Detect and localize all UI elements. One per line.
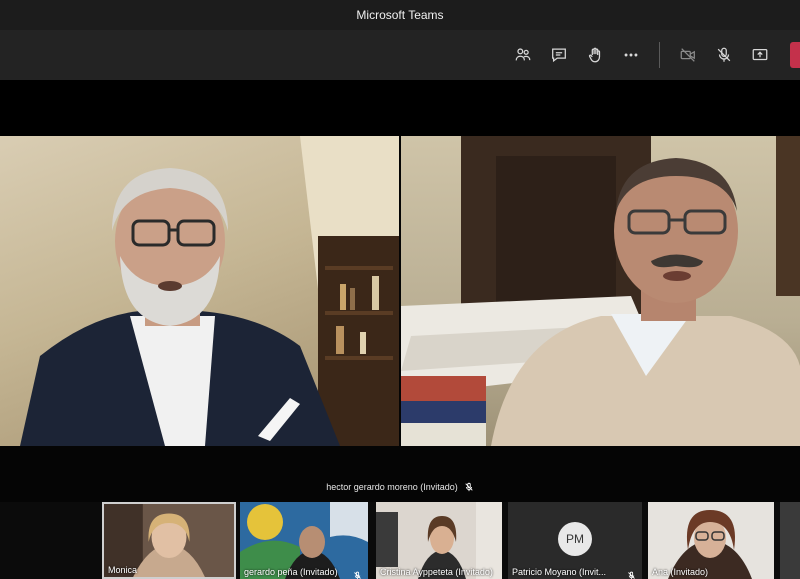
share-screen-button[interactable] [742,37,778,73]
share-icon [752,48,768,61]
participant-name: Cristina Ayppeteta (Invitado) [380,567,493,577]
meeting-toolbar [0,30,800,80]
participant-thumb-patricio[interactable]: PM Patricio Moyano (Invit... [508,502,642,579]
participant-video-left [20,136,399,446]
video-stage [0,136,800,446]
participant-thumb-ana[interactable]: Ana (Invitado) [648,502,774,579]
camera-toggle-button[interactable] [670,37,706,73]
video-tile-speaker-1[interactable] [0,136,399,446]
window-title: Microsoft Teams [356,8,444,22]
participant-name: gerardo peña (Invitado) [244,567,338,577]
active-speaker-label: hector gerardo moreno (Invitado) [0,476,800,498]
participants-button[interactable] [505,37,541,73]
leave-button[interactable] [790,42,800,68]
stage-top-margin [0,80,800,136]
mic-muted-icon [627,567,636,579]
hand-icon [588,47,601,63]
active-speaker-name: hector gerardo moreno (Invitado) [326,482,458,492]
toolbar-divider [659,42,660,68]
chat-button[interactable] [541,37,577,73]
mic-muted-icon [465,482,473,492]
mic-muted-icon [353,567,362,579]
participant-thumb-partial[interactable] [780,502,800,579]
participant-name: Monica [108,565,138,575]
chat-icon [552,48,566,63]
video-tile-speaker-2[interactable] [401,136,800,446]
more-icon [624,53,638,57]
raise-hand-button[interactable] [577,37,613,73]
camera-off-icon [680,48,695,62]
title-bar: Microsoft Teams [0,0,800,30]
participant-name: Patricio Moyano (Invit... [512,567,607,577]
participant-avatar: PM [558,522,592,556]
participant-thumb-cristina[interactable]: Cristina Ayppeteta (Invitado) [376,502,502,579]
avatar-initials: PM [566,532,584,546]
mic-toggle-button[interactable] [706,37,742,73]
participant-thumb-monica[interactable]: Monica [102,502,236,579]
people-icon [515,48,531,61]
participant-video-right [401,136,800,446]
participant-name: Ana (Invitado) [652,567,709,577]
more-options-button[interactable] [613,37,649,73]
participant-thumb-gerardo[interactable]: gerardo peña (Invitado) [240,502,368,579]
participant-gallery: Monica gerardo peña (Invitado) Cristina … [0,502,800,579]
mic-off-icon [717,47,731,62]
